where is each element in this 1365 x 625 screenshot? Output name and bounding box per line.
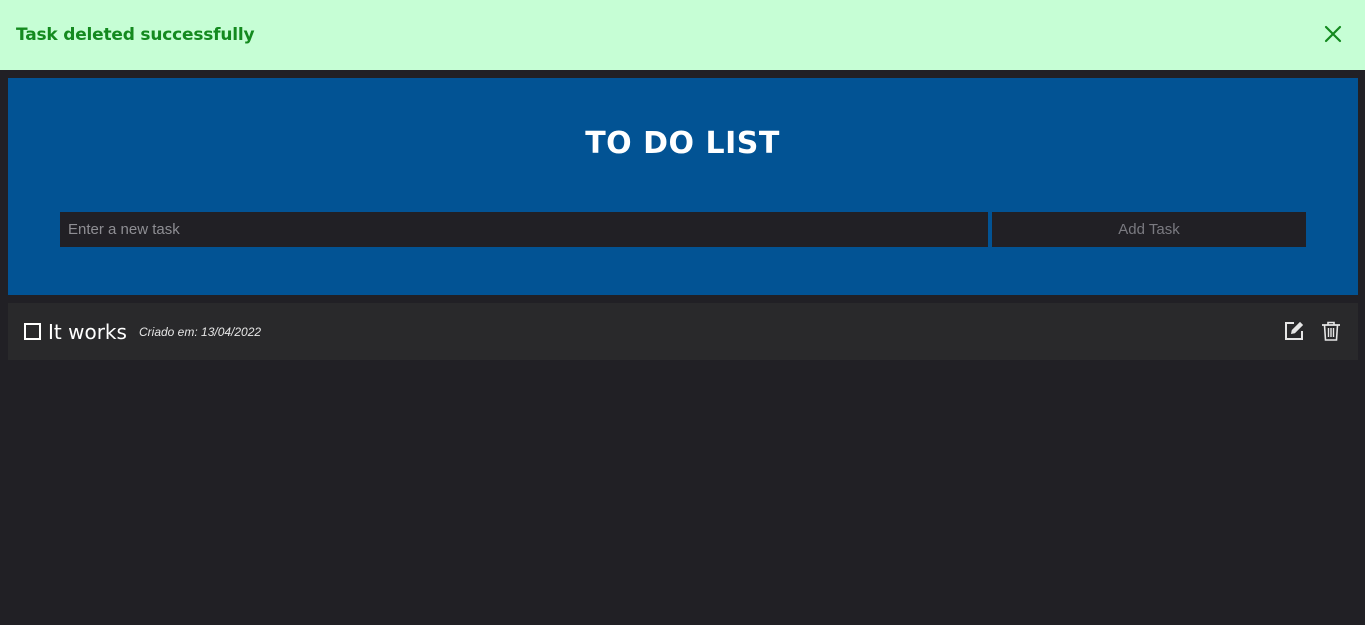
task-created-date: Criado em: 13/04/2022 [139,325,262,339]
add-task-button[interactable]: Add Task [992,212,1306,247]
trash-icon[interactable] [1320,320,1342,342]
new-task-input[interactable] [60,212,988,247]
task-item: It works Criado em: 13/04/2022 [8,303,1358,360]
close-icon[interactable] [1323,24,1343,44]
task-text: It works [48,320,127,344]
edit-icon[interactable] [1283,320,1305,342]
toast-message: Task deleted successfully [16,25,255,45]
task-checkbox[interactable] [24,323,41,340]
page-title: TO DO LIST [585,126,780,161]
toast-notification: Task deleted successfully [0,0,1365,70]
header-panel [8,78,1358,295]
